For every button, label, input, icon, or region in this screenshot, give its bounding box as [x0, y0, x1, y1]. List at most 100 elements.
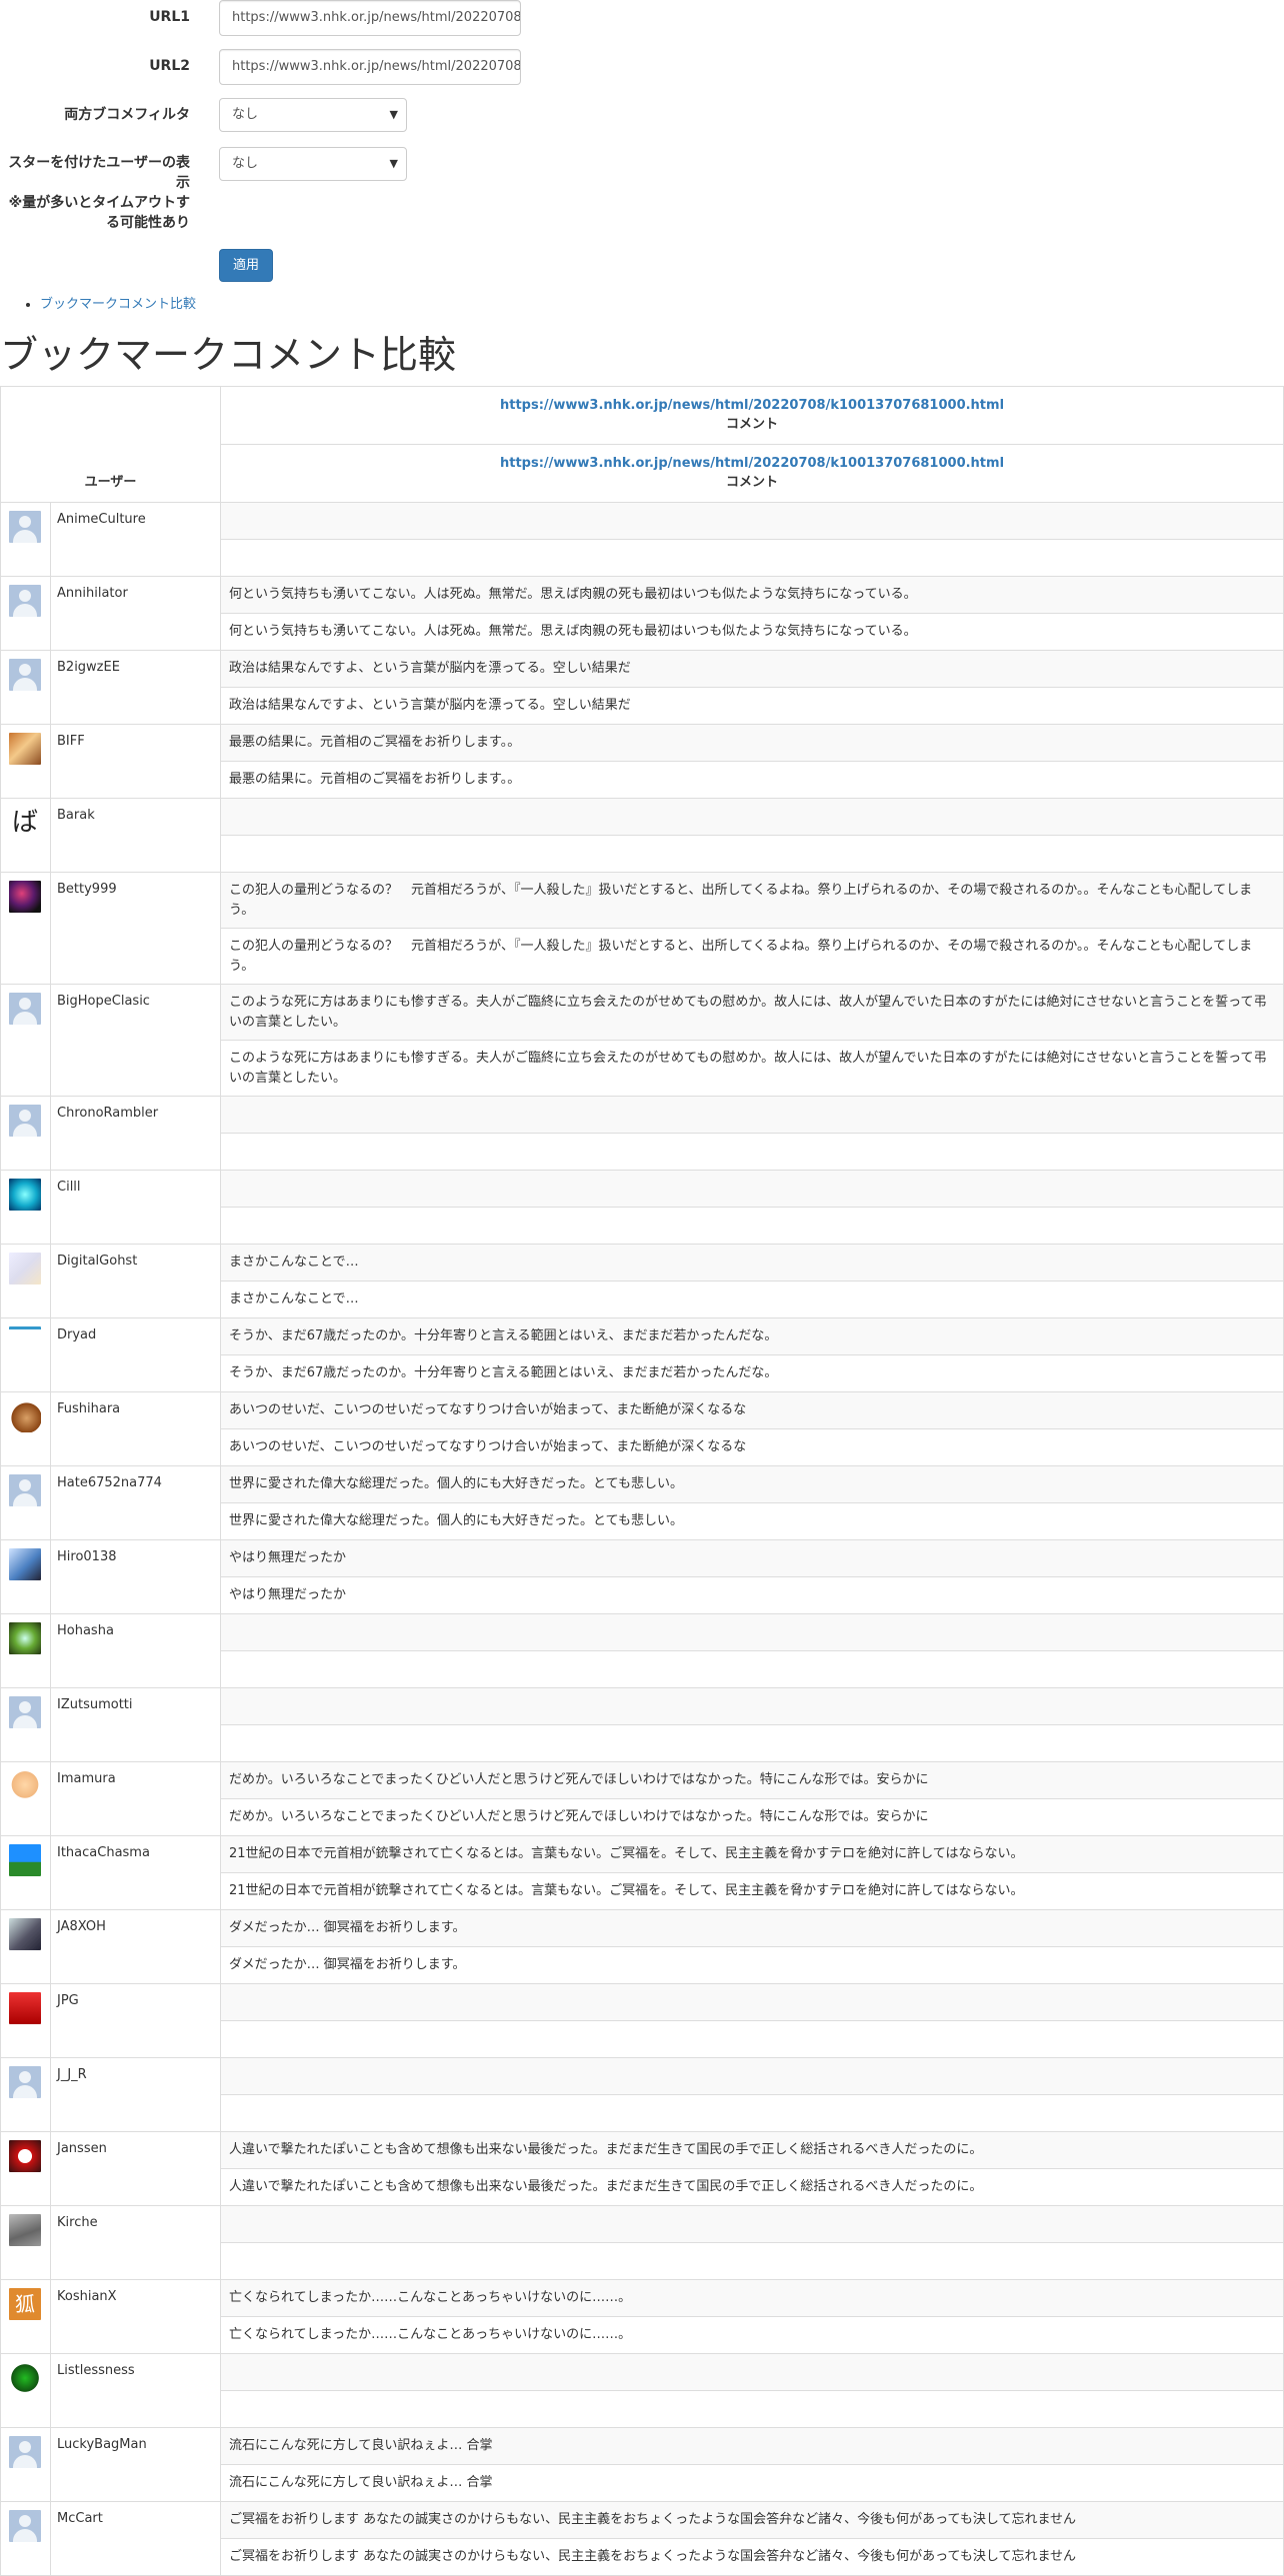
comment-url1 [221, 1097, 1283, 1133]
user-name[interactable]: Janssen [50, 2131, 221, 2206]
avatar[interactable] [9, 1918, 41, 1950]
comment-url1: このような死に方はあまりにも惨すぎる。夫人がご臨終に立ち会えたのがせめてもの慰め… [221, 985, 1283, 1040]
url1-link[interactable]: https://www3.nhk.or.jp/news/html/2022070… [221, 397, 1283, 415]
avatar[interactable] [9, 2510, 41, 2542]
comment-cell [220, 1096, 1284, 1134]
comment-url1: 何という気持ちも湧いてこない。人は死ぬ。無常だ。思えば肉親の死も最初はいつも似た… [221, 577, 1283, 613]
header-row-1: ユーザー https://www3.nhk.or.jp/news/html/20… [0, 386, 1284, 503]
url2-input[interactable]: https://www3.nhk.or.jp/news/html/2022070… [219, 49, 521, 85]
user-name[interactable]: Betty999 [50, 872, 221, 985]
avatar[interactable] [9, 993, 41, 1025]
user-name[interactable]: J_J_R [50, 2057, 221, 2132]
settings-form: URL1 https://www3.nhk.or.jp/news/html/20… [0, 0, 1284, 290]
url2-link[interactable]: https://www3.nhk.or.jp/news/html/2022070… [221, 455, 1283, 473]
user-name[interactable]: ChronoRambler [50, 1096, 221, 1171]
comment-cell [220, 1687, 1284, 1725]
user-name[interactable]: Barak [50, 798, 221, 873]
comment-cell: 最悪の結果に。元首相のご冥福をお祈りします。。 [220, 724, 1284, 762]
table-row: Annihilator 何という気持ちも湧いてこない。人は死ぬ。無常だ。思えば肉親… [0, 576, 1284, 651]
comment-url1 [221, 1984, 1283, 2020]
user-name[interactable]: JA8XOH [50, 1909, 221, 1984]
avatar[interactable] [9, 1548, 41, 1580]
comment-cell: 何という気持ちも湧いてこない。人は死ぬ。無常だ。思えば肉親の死も最初はいつも似た… [220, 613, 1284, 651]
avatar[interactable] [9, 1844, 41, 1876]
user-name[interactable]: BigHopeClasic [50, 984, 221, 1097]
user-name[interactable]: LuckyBagMan [50, 2427, 221, 2502]
user-name[interactable]: Imamura [50, 1761, 221, 1836]
avatar[interactable] [9, 2436, 41, 2468]
avatar-cell [0, 502, 51, 577]
avatar[interactable] [9, 733, 41, 765]
comment-url2: 21世紀の日本で元首相が銃撃されて亡くなるとは。言葉もない。ご冥福を。そして、民… [229, 1883, 1024, 1898]
avatar-cell [0, 724, 51, 799]
user-name[interactable]: BIFF [50, 724, 221, 799]
comment-cell: 最悪の結果に。元首相のご冥福をお祈りします。。 [220, 761, 1284, 799]
comment-cell [220, 1170, 1284, 1208]
user-name[interactable]: B2igwzEE [50, 650, 221, 725]
avatar[interactable] [9, 2214, 41, 2246]
chevron-down-icon: ▼ [389, 157, 398, 170]
comment-cell: そうか、まだ67歳だったのか。十分年寄りと言える範囲とはいえ、まだまだ若かったん… [220, 1317, 1284, 1355]
user-name[interactable]: McCart [50, 2501, 221, 2576]
comment-url1 [221, 799, 1283, 835]
user-name[interactable]: DigitalGohst [50, 1244, 221, 1318]
user-name[interactable]: Hohasha [50, 1613, 221, 1688]
user-name[interactable]: Listlessness [50, 2353, 221, 2428]
avatar[interactable] [9, 1326, 41, 1361]
comment-url1: 人違いで撃たれたぽいことも含めて想像も出来ない最後だった。まだまだ生きて国民の手… [221, 2132, 1283, 2168]
avatar[interactable] [9, 2140, 41, 2172]
avatar[interactable] [9, 2066, 41, 2098]
url1-input[interactable]: https://www3.nhk.or.jp/news/html/2022070… [219, 0, 521, 36]
user-name[interactable]: JPG [50, 1983, 221, 2058]
table-row: Hate6752na774 世界に愛された偉大な総理だった。個人的にも大好きだった… [0, 1465, 1284, 1540]
avatar[interactable] [9, 1400, 41, 1432]
user-name[interactable]: Fushihara [50, 1391, 221, 1466]
user-name[interactable]: Hate6752na774 [50, 1465, 221, 1540]
avatar[interactable] [9, 1179, 41, 1211]
avatar[interactable] [9, 1992, 41, 2024]
avatar-glyph: 狐 [15, 2292, 35, 2316]
comment-url2 [221, 836, 1283, 872]
avatar[interactable] [9, 881, 41, 913]
user-name[interactable]: Kirche [50, 2205, 221, 2280]
avatar[interactable]: 狐 [9, 2288, 41, 2320]
comment-cell: 21世紀の日本で元首相が銃撃されて亡くなるとは。言葉もない。ご冥福を。そして、民… [220, 1872, 1284, 1910]
avatar[interactable] [9, 585, 41, 617]
avatar[interactable] [9, 1105, 41, 1137]
avatar[interactable] [9, 1696, 41, 1728]
comment-cell [220, 1613, 1284, 1651]
comment-url1: 最悪の結果に。元首相のご冥福をお祈りします。。 [221, 725, 1283, 761]
comment-cell: この犯人の量刑どうなるの？ 元首相だろうが、『一人殺した』扱いだとすると、出所し… [220, 928, 1284, 985]
user-name[interactable]: Annihilator [50, 576, 221, 651]
comment-url2: 最悪の結果に。元首相のご冥福をお祈りします。。 [229, 772, 521, 787]
comment-url2 [221, 1208, 1283, 1244]
comment-cell: ご冥福をお祈りします あなたの誠実さのかけらもない、民主主義をおちょくったような… [220, 2538, 1284, 2576]
avatar[interactable]: ば [9, 807, 41, 839]
comment-cell: 何という気持ちも湧いてこない。人は死ぬ。無常だ。思えば肉親の死も最初はいつも似た… [220, 576, 1284, 614]
avatar[interactable] [9, 1253, 41, 1285]
avatar-cell [0, 1391, 51, 1466]
star-select[interactable]: なし ▼ [219, 147, 407, 181]
avatar[interactable] [9, 2362, 41, 2394]
table-row: Hohasha [0, 1613, 1284, 1688]
avatar[interactable] [9, 1770, 41, 1802]
comment-url2 [221, 1725, 1283, 1761]
user-name[interactable]: Hiro0138 [50, 1539, 221, 1614]
user-name[interactable]: KoshianX [50, 2279, 221, 2354]
avatar[interactable] [9, 1474, 41, 1506]
user-name[interactable]: IZutsumotti [50, 1687, 221, 1762]
filter-select[interactable]: なし ▼ [219, 98, 407, 132]
avatar[interactable] [9, 1622, 41, 1654]
avatar[interactable] [9, 659, 41, 691]
nav-list: ブックマークコメント比較 [40, 296, 196, 314]
avatar[interactable] [9, 511, 41, 543]
user-name[interactable]: Dryad [50, 1317, 221, 1392]
avatar-cell [0, 1909, 51, 1984]
user-name[interactable]: AnimeCulture [50, 502, 221, 577]
avatar-cell [0, 650, 51, 725]
compare-link[interactable]: ブックマークコメント比較 [40, 297, 196, 312]
user-name[interactable]: Cilll [50, 1170, 221, 1245]
comment-cell: やはり無理だったか [220, 1539, 1284, 1577]
apply-button[interactable]: 適用 [219, 249, 273, 282]
user-name[interactable]: IthacaChasma [50, 1835, 221, 1910]
